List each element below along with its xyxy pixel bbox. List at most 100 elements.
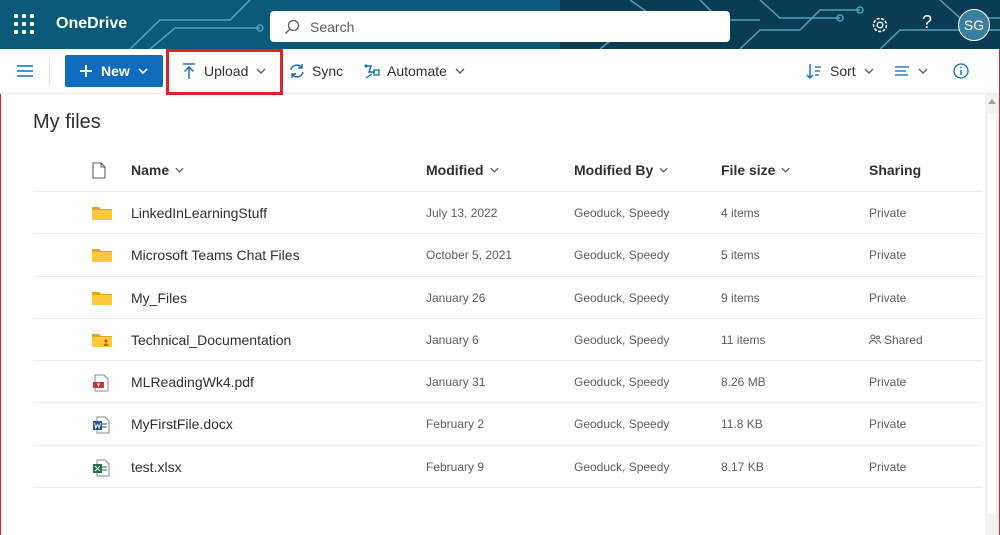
column-header-sharing[interactable]: Sharing [869, 162, 921, 178]
column-header-label: File size [721, 162, 776, 178]
modified-date: February 2 [426, 417, 485, 432]
column-header-name[interactable]: Name [131, 162, 184, 178]
sharing-status: Private [869, 206, 907, 220]
chevron-down-icon [490, 167, 499, 173]
sync-button[interactable]: Sync [288, 55, 343, 87]
column-header-modified-by[interactable]: Modified By [574, 162, 668, 178]
page-title: My files [33, 111, 101, 133]
window-border [0, 94, 1, 535]
scroll-up-arrow-icon[interactable] [988, 99, 996, 104]
automate-button[interactable]: Automate [363, 55, 465, 87]
file-size: 5 items [721, 248, 760, 263]
file-list-header: Name Modified Modified By File size Shar… [33, 150, 982, 192]
sharing-label: Shared [884, 332, 923, 347]
file-size: 9 items [721, 290, 760, 305]
file-size: 4 items [721, 206, 760, 220]
search-icon [285, 19, 300, 34]
gear-icon[interactable] [870, 15, 890, 35]
sort-icon [806, 64, 821, 79]
file-name-link[interactable]: test.xlsx [131, 459, 182, 475]
modified-date: February 9 [426, 459, 485, 474]
search-input[interactable] [310, 18, 710, 35]
vertical-scrollbar[interactable] [985, 94, 1000, 535]
table-row[interactable]: Microsoft Teams Chat Files October 5, 20… [33, 234, 982, 277]
upload-highlight-box [166, 49, 283, 95]
modified-by: Geoduck, Speedy [574, 290, 670, 305]
column-header-label: Name [131, 162, 170, 178]
avatar[interactable]: SG [958, 9, 990, 41]
sort-label: Sort [830, 63, 856, 79]
info-icon[interactable] [953, 63, 969, 79]
automate-label: Automate [387, 63, 447, 79]
scrollbar-thumb[interactable] [988, 114, 996, 514]
list-view-icon [895, 66, 909, 76]
column-header-file-size[interactable]: File size [721, 162, 791, 178]
file-name-link[interactable]: LinkedInLearningStuff [131, 205, 267, 221]
sharing-status: Private [869, 417, 907, 432]
chevron-down-icon [138, 68, 148, 74]
sharing-status: Private [869, 248, 907, 263]
file-list: Name Modified Modified By File size Shar… [33, 150, 982, 489]
column-header-label: Modified [426, 162, 484, 178]
folder-icon [92, 291, 112, 305]
view-options-button[interactable] [894, 55, 928, 87]
sharing-status: Private [869, 375, 907, 390]
command-bar: New Upload Sync Automate Sort [0, 49, 1000, 95]
plus-icon [80, 65, 92, 77]
file-type-icon[interactable] [92, 162, 106, 179]
new-button-label: New [101, 63, 130, 79]
people-icon [869, 334, 881, 345]
sync-icon [290, 64, 304, 78]
chevron-down-icon [864, 68, 874, 74]
file-name-link[interactable]: My_Files [131, 290, 187, 306]
modified-by: Geoduck, Speedy [574, 459, 670, 474]
table-row[interactable]: LinkedInLearningStuff July 13, 2022 Geod… [33, 192, 982, 235]
divider [49, 57, 50, 85]
file-size: 8.26 MB [721, 375, 766, 390]
modified-by: Geoduck, Speedy [574, 375, 670, 390]
file-size: 11.8 KB [721, 417, 763, 432]
modified-date: January 6 [426, 332, 479, 347]
sort-button[interactable]: Sort [806, 55, 874, 87]
file-name-link[interactable]: MyFirstFile.docx [131, 416, 233, 432]
app-launcher-icon[interactable] [14, 14, 34, 34]
table-row[interactable]: MyFirstFile.docx February 2 Geoduck, Spe… [33, 403, 982, 446]
sharing-status[interactable]: Shared [869, 333, 923, 347]
hamburger-menu-icon[interactable] [16, 64, 34, 78]
modified-date: January 31 [426, 375, 486, 390]
modified-date: July 13, 2022 [426, 206, 498, 220]
modified-by: Geoduck, Speedy [574, 332, 670, 347]
column-header-label: Modified By [574, 162, 654, 178]
file-name-link[interactable]: MLReadingWk4.pdf [131, 374, 254, 390]
app-name[interactable]: OneDrive [56, 15, 127, 33]
column-header-modified[interactable]: Modified [426, 162, 499, 178]
chevron-down-icon [659, 167, 668, 173]
chevron-down-icon [918, 68, 928, 74]
file-name-link[interactable]: Microsoft Teams Chat Files [131, 247, 300, 263]
modified-by: Geoduck, Speedy [574, 248, 670, 263]
excel-file-icon [93, 459, 110, 477]
pdf-file-icon [93, 374, 109, 392]
table-row[interactable]: MLReadingWk4.pdf January 31 Geoduck, Spe… [33, 361, 982, 404]
modified-by: Geoduck, Speedy [574, 417, 670, 432]
search-box[interactable] [270, 11, 730, 42]
automate-icon [364, 64, 380, 79]
new-button[interactable]: New [65, 55, 163, 87]
file-size: 11 items [721, 332, 766, 347]
chevron-down-icon [455, 68, 465, 74]
suite-bar: OneDrive ? SG [0, 0, 1000, 49]
help-icon[interactable]: ? [922, 12, 932, 33]
file-name-link[interactable]: Technical_Documentation [131, 332, 291, 348]
word-file-icon [93, 416, 110, 434]
sharing-status: Private [869, 459, 907, 474]
file-size: 8.17 KB [721, 459, 764, 474]
table-row[interactable]: Technical_Documentation January 6 Geoduc… [33, 319, 982, 362]
modified-date: October 5, 2021 [426, 248, 513, 263]
chevron-down-icon [781, 167, 791, 173]
sharing-status: Private [869, 290, 907, 305]
modified-date: January 26 [426, 290, 486, 305]
modified-by: Geoduck, Speedy [574, 206, 670, 220]
folder-icon [92, 249, 112, 263]
table-row[interactable]: test.xlsx February 9 Geoduck, Speedy 8.1… [33, 446, 982, 489]
table-row[interactable]: My_Files January 26 Geoduck, Speedy 9 it… [33, 277, 982, 319]
